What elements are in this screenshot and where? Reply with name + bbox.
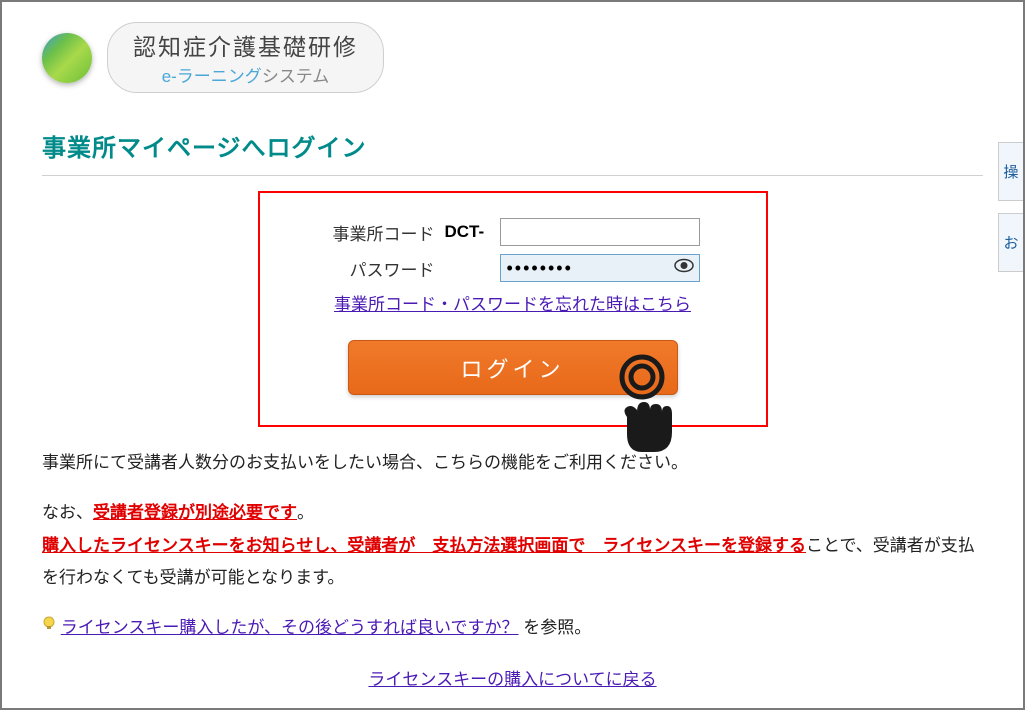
faq-link[interactable]: ライセンスキー購入したが、その後どうすれば良いですか？ [61,618,519,637]
login-box: 事業所コード DCT- パスワード 事業所コード・パスワードを忘れた時はこちら … [258,191,768,427]
bulb-icon [42,612,56,630]
back-link-wrap: ライセンスキーの購入についてに戻る [42,664,983,696]
forgot-link-wrap: 事業所コード・パスワードを忘れた時はこちら [290,290,736,315]
password-label: パスワード [290,256,435,281]
code-label: 事業所コード [290,220,435,245]
faq-line: ライセンスキー購入したが、その後どうすれば良いですか？ を参照。 [42,612,983,644]
code-row: 事業所コード DCT- [290,218,736,246]
desc-line1: 事業所にて受講者人数分のお支払いをしたい場合、こちらの機能をご利用ください。 [42,447,983,479]
desc-line2: なお、受講者登録が別途必要です。 購入したライセンスキーをお知らせし、受講者が … [42,497,983,594]
content: 事業所マイページへログイン 事業所コード DCT- パスワード 事業所コード・パ… [2,103,1023,727]
header: 認知症介護基礎研修 e-ラーニングシステム [2,2,1023,103]
side-tab-2[interactable]: お [998,213,1023,272]
password-row: パスワード [290,254,736,282]
forgot-link[interactable]: 事業所コード・パスワードを忘れた時はこちら [334,295,691,314]
password-input[interactable] [500,254,700,282]
logo-subtitle: e-ラーニングシステム [133,62,358,87]
description: 事業所にて受講者人数分のお支払いをしたい場合、こちらの機能をご利用ください。 な… [42,447,983,697]
side-tab-1[interactable]: 操 [998,142,1023,201]
eye-icon[interactable] [674,259,694,278]
logo-text: 認知症介護基礎研修 e-ラーニングシステム [107,22,384,93]
side-tabs: 操 お [998,142,1023,284]
login-button[interactable]: ログイン [348,340,678,395]
page-title: 事業所マイページへログイン [42,103,983,176]
logo-icon [42,33,92,83]
logo-title: 認知症介護基礎研修 [133,28,358,62]
code-prefix: DCT- [445,222,490,242]
code-input[interactable] [500,218,700,246]
back-link[interactable]: ライセンスキーの購入についてに戻る [368,670,656,689]
